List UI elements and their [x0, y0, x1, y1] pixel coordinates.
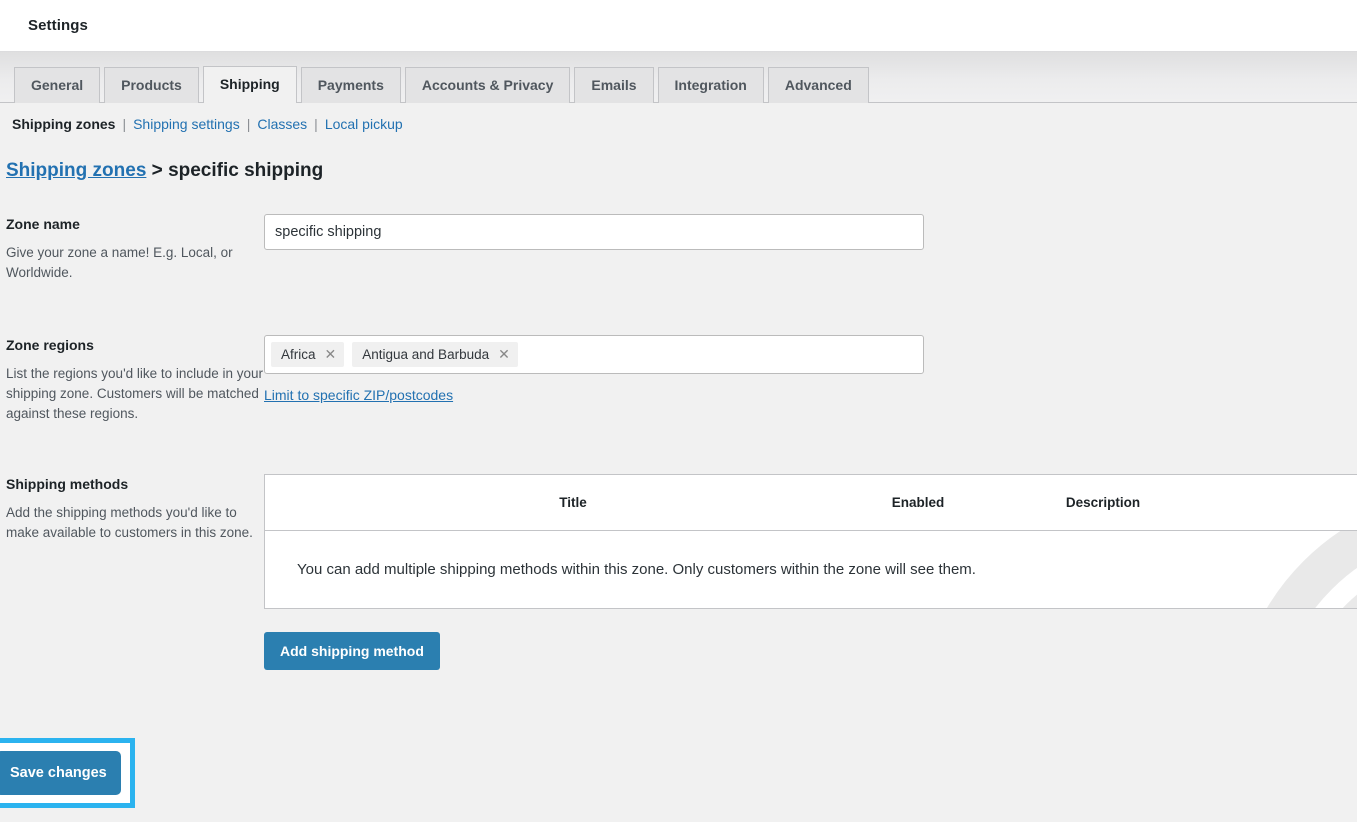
- save-changes-wrap: Save changes: [0, 738, 135, 808]
- shipping-methods-description: Add the shipping methods you'd like to m…: [6, 505, 253, 540]
- zone-regions-row: Zone regions List the regions you'd like…: [6, 335, 1357, 424]
- subnav-item-shipping-zones[interactable]: Shipping zones: [12, 116, 115, 132]
- zone-regions-field-wrap: Africa ✕ Antigua and Barbuda ✕ Limit to …: [264, 335, 1357, 403]
- zone-name-description: Give your zone a name! E.g. Local, or Wo…: [6, 245, 233, 280]
- close-icon[interactable]: ✕: [498, 348, 510, 362]
- breadcrumb: Shipping zones > specific shipping: [0, 132, 1357, 182]
- tab-advanced[interactable]: Advanced: [767, 67, 869, 103]
- subnav-item-local-pickup[interactable]: Local pickup: [325, 116, 403, 132]
- limit-zip-postcodes-link[interactable]: Limit to specific ZIP/postcodes: [264, 387, 453, 403]
- zone-name-labels: Zone name Give your zone a name! E.g. Lo…: [6, 214, 264, 283]
- subnav-separator: |: [122, 116, 127, 132]
- shipping-methods-label: Shipping methods: [6, 476, 129, 492]
- add-shipping-method-wrap: Add shipping method: [0, 632, 1357, 670]
- zone-name-label: Zone name: [6, 216, 80, 232]
- save-changes-button[interactable]: Save changes: [0, 751, 121, 795]
- shipping-methods-field-wrap: Title Enabled Description You can add mu…: [264, 474, 1357, 609]
- tab-accounts-privacy[interactable]: Accounts & Privacy: [404, 67, 571, 103]
- page-header: Settings: [0, 0, 1357, 52]
- zone-regions-description: List the regions you'd like to include i…: [6, 366, 263, 421]
- region-token-africa[interactable]: Africa ✕: [271, 342, 345, 367]
- add-shipping-method-button[interactable]: Add shipping method: [264, 632, 440, 670]
- shipping-zone-form: Zone name Give your zone a name! E.g. Lo…: [0, 182, 1357, 609]
- subnav-item-shipping-settings[interactable]: Shipping settings: [133, 116, 240, 132]
- region-token-label: Africa: [281, 347, 316, 362]
- empty-methods-message: You can add multiple shipping methods wi…: [297, 561, 976, 578]
- breadcrumb-current-zone: specific shipping: [168, 160, 324, 181]
- close-icon[interactable]: ✕: [325, 348, 337, 362]
- shipping-methods-labels: Shipping methods Add the shipping method…: [6, 474, 264, 543]
- tab-emails[interactable]: Emails: [574, 67, 654, 103]
- subnav-separator: |: [246, 116, 251, 132]
- tab-products[interactable]: Products: [104, 67, 199, 103]
- zone-regions-label: Zone regions: [6, 337, 94, 353]
- column-header-title: Title: [559, 495, 587, 510]
- page-title: Settings: [28, 17, 88, 34]
- save-changes-highlight: Save changes: [0, 738, 135, 808]
- zone-regions-labels: Zone regions List the regions you'd like…: [6, 335, 264, 424]
- shipping-methods-row: Shipping methods Add the shipping method…: [6, 474, 1357, 609]
- column-header-enabled: Enabled: [891, 495, 945, 510]
- zone-regions-select[interactable]: Africa ✕ Antigua and Barbuda ✕: [264, 335, 924, 374]
- breadcrumb-link-shipping-zones[interactable]: Shipping zones: [6, 160, 146, 181]
- zone-name-input[interactable]: [264, 214, 924, 250]
- zone-name-field-wrap: [264, 214, 1357, 250]
- subnav-item-classes[interactable]: Classes: [257, 116, 307, 132]
- tab-general[interactable]: General: [14, 67, 101, 103]
- shipping-methods-table: Title Enabled Description You can add mu…: [264, 474, 1357, 609]
- column-header-description: Description: [1065, 495, 1141, 510]
- tab-payments[interactable]: Payments: [300, 67, 401, 103]
- zone-name-row: Zone name Give your zone a name! E.g. Lo…: [6, 214, 1357, 283]
- table-header-row: Title Enabled Description: [265, 475, 1357, 531]
- subnav-separator: |: [314, 116, 318, 132]
- settings-tab-bar: General Products Shipping Payments Accou…: [0, 52, 1357, 103]
- shipping-subnav: Shipping zones | Shipping settings | Cla…: [0, 103, 1357, 132]
- tab-shipping[interactable]: Shipping: [202, 66, 297, 103]
- region-token-label: Antigua and Barbuda: [362, 347, 490, 362]
- table-row: You can add multiple shipping methods wi…: [265, 531, 1357, 608]
- breadcrumb-separator: >: [151, 160, 163, 181]
- tab-integration[interactable]: Integration: [657, 67, 764, 103]
- region-token-antigua-and-barbuda[interactable]: Antigua and Barbuda ✕: [352, 342, 518, 367]
